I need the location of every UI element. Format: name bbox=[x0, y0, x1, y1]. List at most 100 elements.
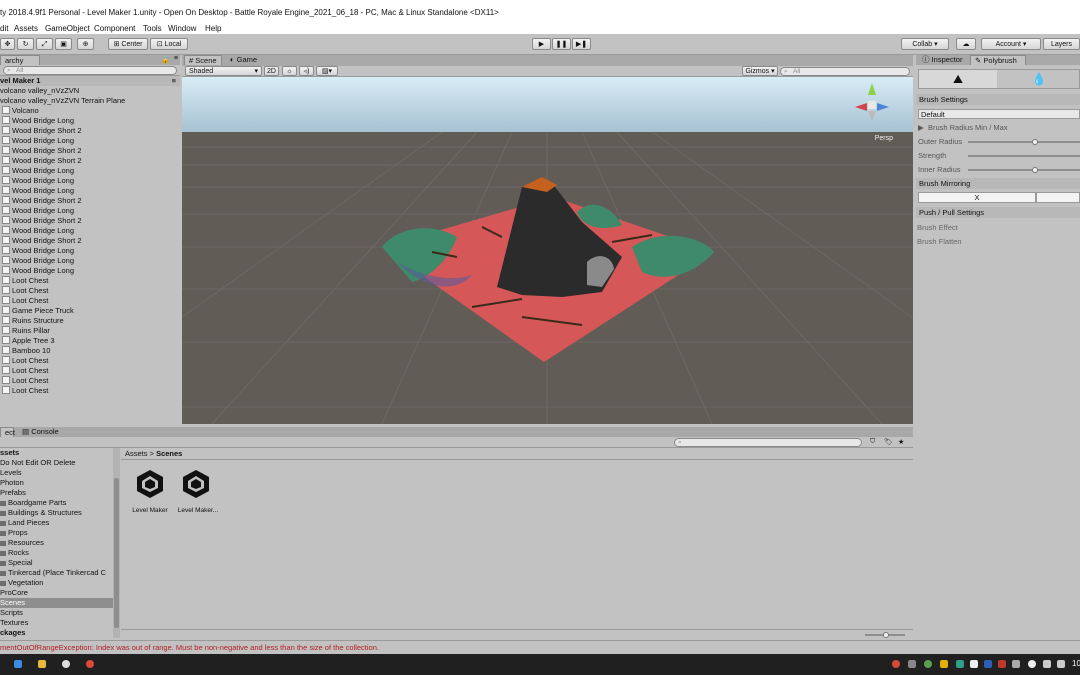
hierarchy-item[interactable]: Loot Chest bbox=[0, 276, 180, 286]
hierarchy-item[interactable]: Wood Bridge Long bbox=[0, 116, 180, 126]
menu-gameobject[interactable]: GameObject bbox=[45, 24, 90, 33]
hierarchy-item[interactable]: Loot Chest bbox=[0, 366, 180, 376]
hierarchy-item[interactable]: Wood Bridge Long bbox=[0, 256, 180, 266]
speaker-icon[interactable] bbox=[1043, 660, 1051, 668]
scene-orientation-gizmo[interactable] bbox=[847, 77, 897, 127]
mirror-axis-button[interactable]: X bbox=[918, 192, 1036, 203]
tray-app-icon[interactable] bbox=[940, 660, 948, 668]
hierarchy-item[interactable]: Wood Bridge Long bbox=[0, 176, 180, 186]
tab-polybrush[interactable]: ✎ Polybrush bbox=[970, 55, 1026, 65]
tab-project[interactable]: ect bbox=[0, 427, 15, 437]
pivot-local-button[interactable]: ⊡ Local bbox=[150, 38, 188, 50]
shading-mode-dropdown[interactable]: Shaded ▾ bbox=[185, 66, 262, 76]
hierarchy-item[interactable]: Wood Bridge Short 2 bbox=[0, 196, 180, 206]
wifi-icon[interactable] bbox=[1057, 660, 1065, 668]
file-explorer-icon[interactable] bbox=[38, 660, 46, 668]
hierarchy-item[interactable]: volcano valley_nVzZVN Terrain Plane bbox=[0, 96, 180, 106]
smooth-mode-button[interactable]: 💧 bbox=[999, 70, 1079, 88]
scene-search-input[interactable]: ⌕ All bbox=[780, 67, 910, 76]
scene-viewport[interactable]: Persp bbox=[182, 77, 913, 424]
inner-radius-slider-handle[interactable] bbox=[1032, 167, 1039, 173]
cloud-button[interactable]: ☁ bbox=[956, 38, 976, 50]
hierarchy-item[interactable]: Loot Chest bbox=[0, 286, 180, 296]
scale-tool-button[interactable]: ⤢ bbox=[36, 38, 53, 50]
project-folder[interactable]: Tinkercad (Place Tinkercad C bbox=[0, 568, 113, 578]
asset-level-maker-2[interactable]: Level Maker... bbox=[176, 467, 220, 514]
scene-root-row[interactable]: vel Maker 1 ≡ bbox=[0, 76, 180, 86]
audio-toggle[interactable]: ◃) bbox=[299, 66, 314, 76]
hierarchy-item[interactable]: Wood Bridge Short 2 bbox=[0, 146, 180, 156]
outer-radius-slider[interactable] bbox=[968, 141, 1080, 143]
gizmos-dropdown[interactable]: Gizmos ▾ bbox=[742, 66, 778, 76]
filter-type-icon[interactable]: ⛉ bbox=[870, 438, 875, 446]
project-folder[interactable]: Scripts bbox=[0, 608, 113, 618]
hierarchy-item[interactable]: Wood Bridge Short 2 bbox=[0, 236, 180, 246]
network-icon[interactable] bbox=[1028, 660, 1036, 668]
menu-assets[interactable]: Assets bbox=[14, 24, 38, 33]
outer-radius-slider-handle[interactable] bbox=[1032, 139, 1039, 145]
project-folder[interactable]: Rocks bbox=[0, 548, 113, 558]
edge-icon[interactable] bbox=[14, 660, 22, 668]
project-folder[interactable]: ckages bbox=[0, 628, 113, 638]
hierarchy-item[interactable]: Apple Tree 3 bbox=[0, 336, 180, 346]
tab-hierarchy[interactable]: archy bbox=[0, 55, 40, 65]
tray-app-icon[interactable] bbox=[956, 660, 964, 668]
menu-component[interactable]: Component bbox=[94, 24, 135, 33]
tab-console[interactable]: ▤ Console bbox=[18, 427, 64, 437]
hierarchy-item[interactable]: Loot Chest bbox=[0, 386, 180, 396]
project-folder[interactable]: Vegetation bbox=[0, 578, 113, 588]
transform-tool-button[interactable]: ⊕ bbox=[77, 38, 94, 50]
hierarchy-item[interactable]: Wood Bridge Short 2 bbox=[0, 126, 180, 136]
panel-menu-icon[interactable]: ≡ bbox=[174, 55, 178, 62]
project-folder[interactable]: Prefabs bbox=[0, 488, 113, 498]
project-folder[interactable]: Textures bbox=[0, 618, 113, 628]
project-folder[interactable]: Land Pieces bbox=[0, 518, 113, 528]
hierarchy-item[interactable]: Wood Bridge Long bbox=[0, 186, 180, 196]
breadcrumb-scenes[interactable]: Scenes bbox=[156, 449, 182, 458]
hierarchy-item[interactable]: Wood Bridge Long bbox=[0, 246, 180, 256]
move-tool-button[interactable]: ✥ bbox=[0, 38, 15, 50]
tree-scrollbar[interactable] bbox=[113, 448, 120, 638]
rect-tool-button[interactable]: ▣ bbox=[55, 38, 72, 50]
tab-inspector[interactable]: ⓘ Inspector bbox=[918, 55, 968, 65]
unity-icon[interactable] bbox=[62, 660, 70, 668]
chrome-icon[interactable] bbox=[86, 660, 94, 668]
hierarchy-item[interactable]: Wood Bridge Short 2 bbox=[0, 216, 180, 226]
inner-radius-slider[interactable] bbox=[968, 169, 1080, 171]
sculpt-mode-button[interactable]: ⛰ bbox=[919, 70, 997, 88]
hierarchy-item[interactable]: Wood Bridge Short 2 bbox=[0, 156, 180, 166]
project-folder[interactable]: Special bbox=[0, 558, 113, 568]
hierarchy-item[interactable]: Wood Bridge Long bbox=[0, 166, 180, 176]
tray-app-icon[interactable] bbox=[892, 660, 900, 668]
hierarchy-item[interactable]: Bamboo 10 bbox=[0, 346, 180, 356]
radius-foldout[interactable]: ▶ Brush Radius Min / Max bbox=[918, 123, 1008, 132]
menu-window[interactable]: Window bbox=[168, 24, 196, 33]
hierarchy-item[interactable]: Ruins Structure bbox=[0, 316, 180, 326]
mirror-space-button[interactable] bbox=[1036, 192, 1080, 203]
push-pull-settings-header[interactable]: Push / Pull Settings bbox=[916, 207, 1080, 218]
rotate-tool-button[interactable]: ↻ bbox=[17, 38, 34, 50]
star-icon[interactable]: ★ bbox=[898, 438, 904, 446]
hierarchy-item[interactable]: Volcano bbox=[0, 106, 180, 116]
menu-edit[interactable]: dit bbox=[0, 24, 8, 33]
project-search-input[interactable]: ⌕ bbox=[674, 438, 862, 447]
hierarchy-item[interactable]: volcano valley_nVzZVN bbox=[0, 86, 180, 96]
icon-size-slider-handle[interactable] bbox=[883, 632, 889, 638]
hierarchy-item[interactable]: Loot Chest bbox=[0, 376, 180, 386]
layers-dropdown[interactable]: Layers bbox=[1043, 38, 1080, 50]
status-bar[interactable]: mentOutOfRangeException: Index was out o… bbox=[0, 640, 1080, 655]
word-icon[interactable] bbox=[984, 660, 992, 668]
hierarchy-item[interactable]: Game Piece Truck bbox=[0, 306, 180, 316]
brush-mirroring-header[interactable]: Brush Mirroring bbox=[916, 178, 1080, 189]
menu-tools[interactable]: Tools bbox=[143, 24, 162, 33]
play-button[interactable]: ▶ bbox=[532, 38, 551, 50]
tree-scrollbar-thumb[interactable] bbox=[114, 478, 119, 628]
tray-app-icon[interactable] bbox=[908, 660, 916, 668]
tray-app-icon[interactable] bbox=[924, 660, 932, 668]
scene-menu-icon[interactable]: ≡ bbox=[172, 76, 176, 86]
menu-help[interactable]: Help bbox=[205, 24, 221, 33]
persp-label[interactable]: Persp bbox=[875, 135, 893, 142]
project-folder[interactable]: Props bbox=[0, 528, 113, 538]
hierarchy-item[interactable]: Wood Bridge Long bbox=[0, 206, 180, 216]
project-folder[interactable]: Photon bbox=[0, 478, 113, 488]
